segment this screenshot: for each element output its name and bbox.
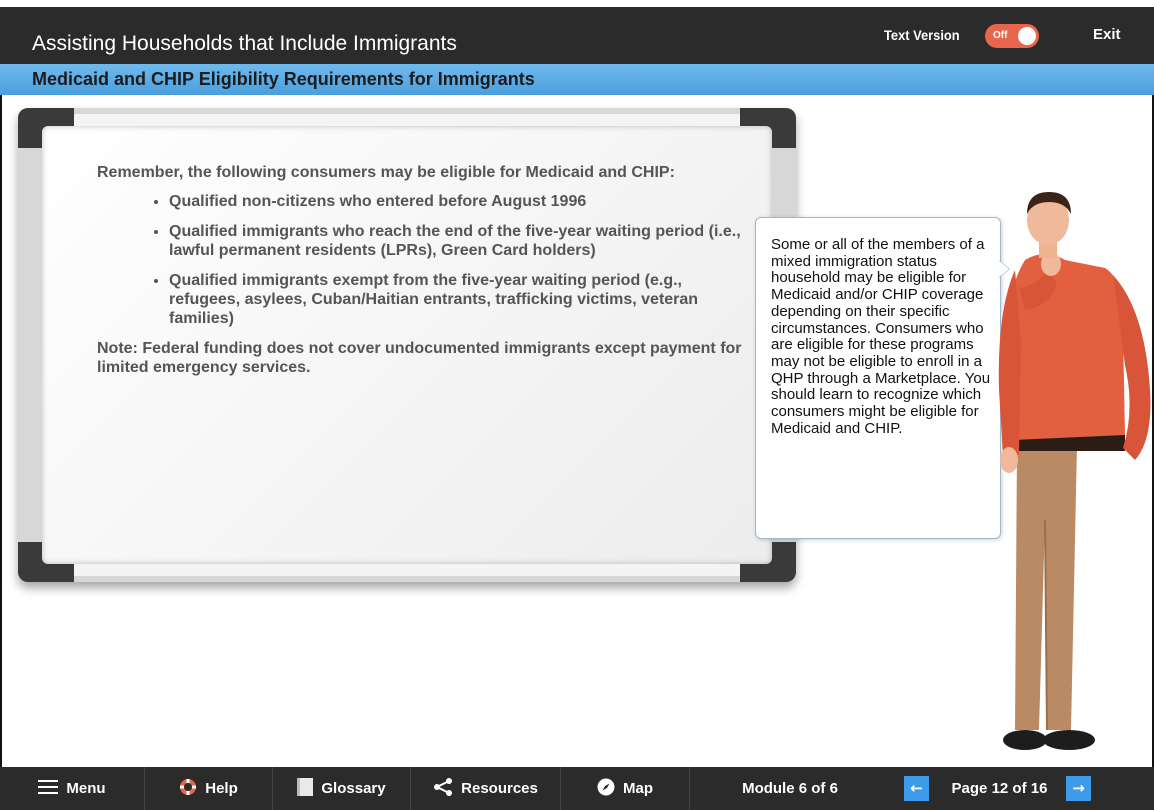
glossary-button[interactable]: Glossary xyxy=(273,767,411,810)
hamburger-icon xyxy=(38,779,59,798)
list-item: Qualified immigrants exempt from the fiv… xyxy=(169,271,752,328)
whiteboard-surface: Remember, the following consumers may be… xyxy=(42,126,772,564)
page-indicator: Page 12 of 16 xyxy=(951,780,1048,797)
text-version-label: Text Version xyxy=(884,27,960,43)
bottom-nav-bar: Menu Help Glossary Resources Map Module … xyxy=(0,767,1154,810)
speech-callout: Some or all of the members of a mixed im… xyxy=(755,217,1001,539)
share-icon xyxy=(433,777,453,800)
menu-button[interactable]: Menu xyxy=(0,767,145,810)
top-bar: Assisting Households that Include Immigr… xyxy=(0,0,1154,64)
arrow-right-icon: → xyxy=(1072,779,1085,797)
whiteboard: Remember, the following consumers may be… xyxy=(18,108,796,582)
whiteboard-frame-edge xyxy=(74,564,740,576)
previous-page-button[interactable]: ← xyxy=(904,776,929,801)
map-button[interactable]: Map xyxy=(561,767,690,810)
arrow-left-icon: ← xyxy=(910,779,923,797)
module-indicator: Module 6 of 6 xyxy=(742,780,838,797)
help-button[interactable]: Help xyxy=(145,767,273,810)
resources-button[interactable]: Resources xyxy=(411,767,561,810)
whiteboard-intro: Remember, the following consumers may be… xyxy=(97,164,675,181)
page-heading-bar: Medicaid and CHIP Eligibility Requiremen… xyxy=(0,64,1154,95)
map-label: Map xyxy=(623,780,653,797)
whiteboard-note: Note: Federal funding does not cover und… xyxy=(97,340,742,376)
compass-icon xyxy=(597,778,615,800)
next-page-button[interactable]: → xyxy=(1066,776,1091,801)
menu-label: Menu xyxy=(66,780,106,797)
presenter-figure xyxy=(998,192,1151,750)
resources-label: Resources xyxy=(461,780,538,797)
lifebuoy-icon xyxy=(179,778,197,800)
book-icon xyxy=(297,777,314,800)
glossary-label: Glossary xyxy=(321,780,386,797)
help-label: Help xyxy=(205,780,238,797)
page-title: Medicaid and CHIP Eligibility Requiremen… xyxy=(32,69,535,89)
exit-button[interactable]: Exit xyxy=(1093,26,1121,43)
toggle-knob xyxy=(1018,27,1036,45)
toggle-state-label: Off xyxy=(993,30,1008,41)
course-title: Assisting Households that Include Immigr… xyxy=(32,32,457,55)
list-item: Qualified non-citizens who entered befor… xyxy=(169,192,752,211)
list-item: Qualified immigrants who reach the end o… xyxy=(169,222,752,260)
text-version-toggle[interactable]: Off xyxy=(985,24,1039,48)
callout-text: Some or all of the members of a mixed im… xyxy=(771,236,991,437)
eligibility-list: Qualified non-citizens who entered befor… xyxy=(97,192,752,328)
whiteboard-content: Remember, the following consumers may be… xyxy=(97,163,752,377)
whiteboard-frame-edge xyxy=(74,114,740,126)
